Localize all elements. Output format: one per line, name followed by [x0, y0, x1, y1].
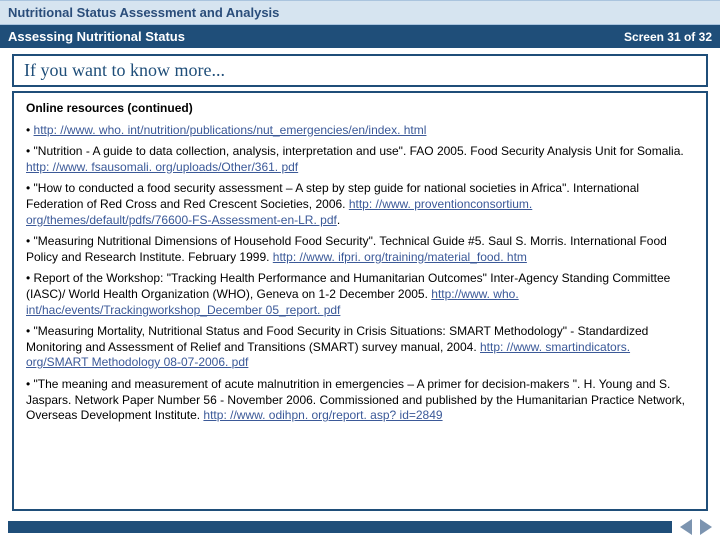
resource-link[interactable]: http: //www. who. int/nutrition/publicat… [34, 123, 427, 137]
content-heading: Online resources (continued) [26, 101, 694, 117]
header-subtitle: Assessing Nutritional Status [8, 29, 185, 44]
resource-item: • "Nutrition - A guide to data collectio… [26, 144, 694, 175]
footer-bar [8, 521, 672, 533]
resource-item: • "How to conducted a food security asse… [26, 181, 694, 228]
resource-item: • "Measuring Nutritional Dimensions of H… [26, 234, 694, 265]
header-top-text: Nutritional Status Assessment and Analys… [8, 5, 279, 20]
resource-item: • http: //www. who. int/nutrition/public… [26, 123, 694, 139]
resource-text: • "How to conducted a food security asse… [26, 181, 639, 211]
resource-link[interactable]: http: //www. odihpn. org/report. asp? id… [203, 408, 442, 422]
content-box: Online resources (continued) • http: //w… [12, 91, 708, 511]
resource-link[interactable]: http: //www. ifpri. org/training/materia… [273, 250, 527, 264]
resource-text: • Report of the Workshop: "Tracking Heal… [26, 271, 670, 301]
header-sub: Assessing Nutritional Status Screen 31 o… [0, 25, 720, 48]
screen-counter: Screen 31 of 32 [624, 30, 712, 44]
resource-item: • "Measuring Mortality, Nutritional Stat… [26, 324, 694, 371]
footer [0, 519, 720, 535]
resource-item: • "The meaning and measurement of acute … [26, 377, 694, 424]
nav-next-icon[interactable] [700, 519, 712, 535]
nav-prev-icon[interactable] [680, 519, 692, 535]
resource-suffix: . [337, 213, 340, 227]
resource-item: • Report of the Workshop: "Tracking Heal… [26, 271, 694, 318]
resource-text: • "Nutrition - A guide to data collectio… [26, 144, 684, 158]
section-title-box: If you want to know more... [12, 54, 708, 87]
section-title: If you want to know more... [24, 60, 225, 80]
resource-text: • [26, 123, 34, 137]
resource-link[interactable]: http: //www. fsausomali. org/uploads/Oth… [26, 160, 298, 174]
header-top: Nutritional Status Assessment and Analys… [0, 0, 720, 25]
